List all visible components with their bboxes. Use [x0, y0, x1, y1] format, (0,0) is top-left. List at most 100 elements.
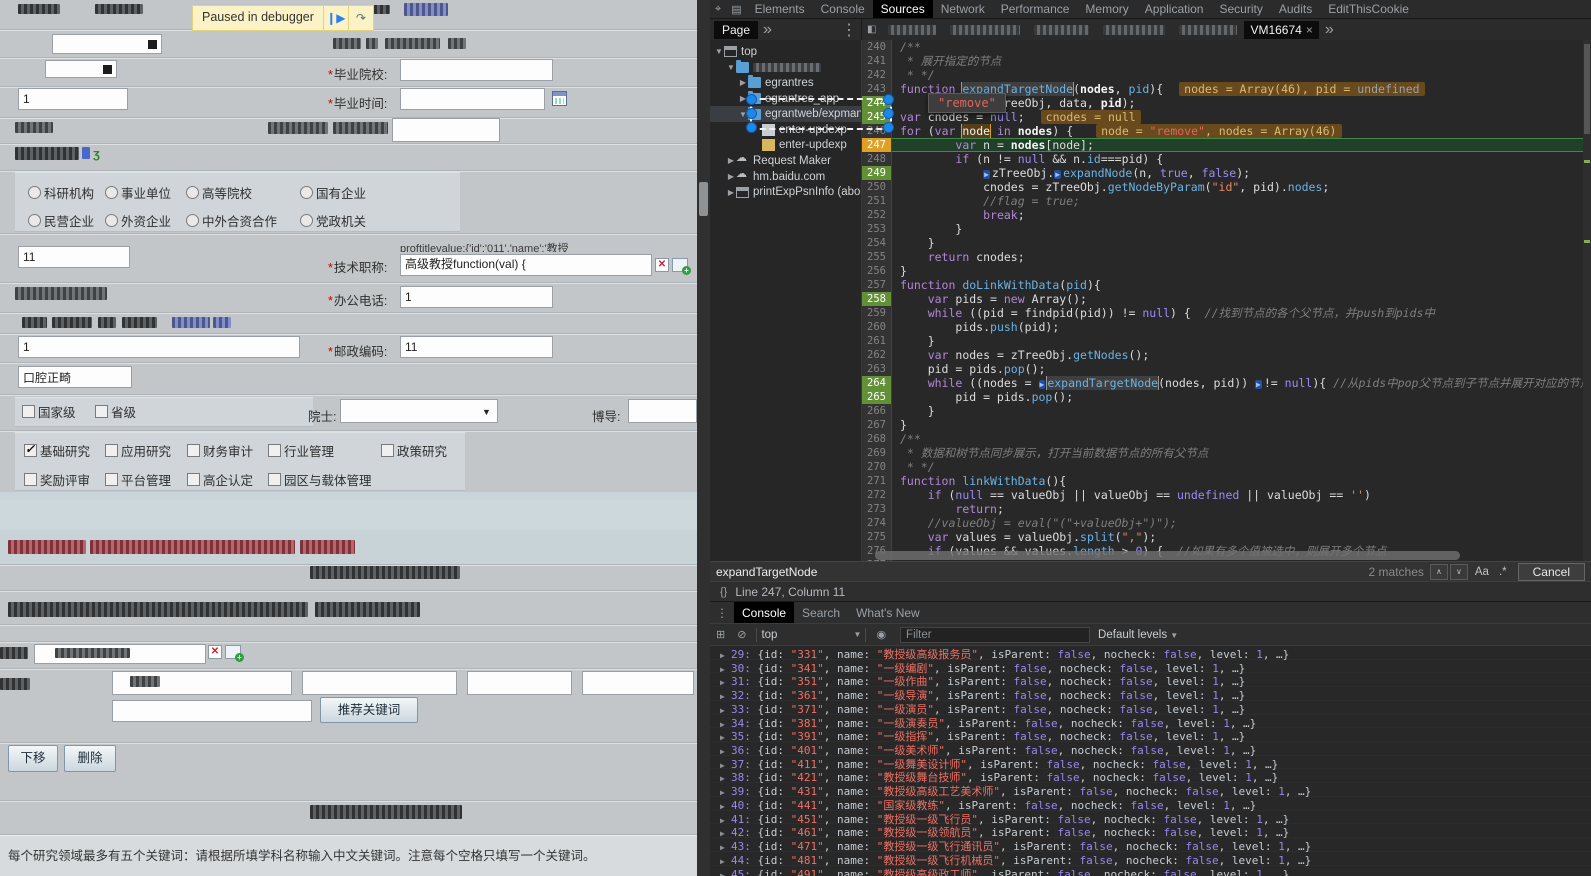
clear-selection-icon[interactable]: ✕ [655, 258, 669, 272]
postcode-input[interactable] [400, 336, 553, 358]
code-line-240[interactable]: 240/** [862, 40, 1591, 54]
checkbox-icon[interactable] [95, 405, 108, 418]
checkbox-基础研究[interactable]: 基础研究 [24, 441, 90, 460]
line-number[interactable]: 260 [862, 320, 892, 334]
expand-arrow-icon[interactable]: ▶ [720, 665, 731, 674]
redacted-file-tab[interactable] [950, 25, 1020, 35]
radio-科研机构[interactable]: 科研机构 [28, 183, 94, 202]
search-query-input[interactable]: expandTargetNode [710, 565, 1369, 579]
console-row-38[interactable]: ▶38: {id: "421", name: "教授级舞台技师", isPare… [710, 769, 1591, 783]
expand-arrow-icon[interactable]: ▶ [720, 761, 731, 770]
tree-item-egrantweb/expman[interactable]: ▼egrantweb/expman [710, 106, 861, 122]
regex-button[interactable]: .* [1499, 566, 1507, 578]
code-line-274[interactable]: 274 //valueObj = eval("("+valueObj+")"); [862, 516, 1591, 530]
editor-vertical-scrollbar[interactable] [1583, 40, 1591, 561]
line-number[interactable]: 275 [862, 530, 892, 544]
code-line-275[interactable]: 275 var values = valueObj.split(","); [862, 530, 1591, 544]
annotation-handle[interactable] [883, 94, 894, 105]
code-line-241[interactable]: 241 * 展开指定的节点 [862, 54, 1591, 68]
keyword-input-5[interactable] [112, 700, 312, 722]
code-line-255[interactable]: 255 return cnodes; [862, 250, 1591, 264]
search-cancel-button[interactable]: Cancel [1518, 563, 1585, 581]
code-line-247[interactable]: 247 var n = nodes[node]; [862, 138, 1591, 152]
tree-item-redacted[interactable]: ▼ [710, 60, 861, 76]
navigator-tab-page[interactable]: Page [714, 21, 758, 39]
expand-arrow-icon[interactable]: ▶ [720, 816, 731, 825]
checkbox-政策研究[interactable]: 政策研究 [381, 441, 447, 460]
chevron-down-icon[interactable]: ▼ [714, 47, 724, 56]
tree-picker-icon[interactable] [672, 258, 688, 272]
code-line-270[interactable]: 270 * */ [862, 460, 1591, 474]
grad-time-input[interactable] [400, 88, 545, 110]
console-row-29[interactable]: ▶29: {id: "331", name: "教授级高级报务员", isPar… [710, 646, 1591, 660]
annotation-handle[interactable] [883, 108, 894, 119]
code-line-253[interactable]: 253 } [862, 222, 1591, 236]
code-line-263[interactable]: 263 pid = pids.pop(); [862, 362, 1591, 376]
drawer-tab-search[interactable]: Search [794, 602, 848, 624]
chevron-right-icon[interactable]: ▶ [726, 172, 736, 181]
line-number[interactable]: 269 [862, 446, 892, 460]
specialty-input[interactable] [18, 366, 132, 388]
execution-context-selector[interactable]: top▼ [761, 629, 861, 641]
code-line-246[interactable]: 246for (var node in nodes) { node = "rem… [862, 124, 1591, 138]
console-row-39[interactable]: ▶39: {id: "431", name: "教授级高级工艺美术师", isP… [710, 783, 1591, 797]
tree-item-printExpPsnInfo (abou[interactable]: ▶printExpPsnInfo (abou [710, 184, 861, 200]
code-line-248[interactable]: 248 if (n != null && n.id===pid) { [862, 152, 1591, 166]
chevron-down-icon[interactable]: ▼ [726, 63, 736, 72]
tech-title-value[interactable]: 高级教授function(val) { [400, 254, 652, 276]
devtools-tab-network[interactable]: Network [933, 0, 993, 18]
form-select[interactable] [52, 34, 162, 54]
code-line-242[interactable]: 242 * */ [862, 68, 1591, 82]
navigator-menu-icon[interactable]: ⋮ [841, 20, 857, 40]
tree-item-egrantres[interactable]: ▶egrantres [710, 75, 861, 91]
expand-arrow-icon[interactable]: ▶ [720, 720, 731, 729]
line-number[interactable]: 261 [862, 334, 892, 348]
inspect-element-icon[interactable]: ⌖ [710, 3, 726, 16]
line-number[interactable]: 271 [862, 474, 892, 488]
move-down-button[interactable]: 下移 [8, 745, 58, 772]
line-number[interactable]: 259 [862, 306, 892, 320]
devtools-tab-audits[interactable]: Audits [1271, 0, 1320, 18]
console-sidebar-icon[interactable]: ⊞ [716, 628, 725, 641]
console-row-45[interactable]: ▶45: {id: "491", name: "教授级高级政工师", isPar… [710, 866, 1591, 876]
chevron-right-icon[interactable]: ▶ [738, 78, 748, 87]
annotation-handle[interactable] [746, 122, 757, 133]
line-number[interactable]: 253 [862, 222, 892, 236]
numeric-input[interactable] [18, 88, 128, 110]
chevron-right-icon[interactable]: ▶ [726, 156, 736, 165]
line-number[interactable]: 268 [862, 432, 892, 446]
clear-selection-icon[interactable]: ✕ [208, 645, 222, 659]
console-row-35[interactable]: ▶35: {id: "391", name: "一级指挥", isParent:… [710, 728, 1591, 742]
code-line-269[interactable]: 269 * 数据和树节点同步展示，打开当前数据节点的所有父节点 [862, 446, 1591, 460]
tree-item-Request Maker[interactable]: ▶Request Maker [710, 153, 861, 169]
radio-icon[interactable] [28, 214, 41, 227]
radio-中外合资合作[interactable]: 中外合资合作 [186, 211, 277, 230]
code-editor[interactable]: 240/**241 * 展开指定的节点242 * */243function e… [862, 40, 1591, 561]
recommend-keywords-button[interactable]: 推荐关键词 [320, 697, 418, 723]
checkbox-应用研究[interactable]: 应用研究 [105, 441, 171, 460]
code-line-268[interactable]: 268/** [862, 432, 1591, 446]
devtools-tab-sources[interactable]: Sources [873, 0, 933, 18]
console-row-42[interactable]: ▶42: {id: "461", name: "教授级一级领航员", isPar… [710, 824, 1591, 838]
checkbox-icon[interactable] [381, 444, 394, 457]
checkbox-icon[interactable] [268, 444, 281, 457]
calendar-icon[interactable] [552, 91, 567, 106]
mentor-input[interactable] [628, 399, 697, 423]
breakpoint-gutter[interactable]: 249 [862, 166, 892, 180]
device-toolbar-icon[interactable]: ▤ [726, 3, 746, 16]
redacted-file-tab[interactable] [1179, 25, 1237, 35]
code-line-254[interactable]: 254 } [862, 236, 1591, 250]
drawer-menu-icon[interactable]: ⋮ [710, 606, 734, 620]
school-input[interactable] [400, 59, 553, 81]
line-number[interactable]: 266 [862, 404, 892, 418]
eye-icon[interactable]: ◉ [876, 628, 886, 641]
tree-item-enter-updexp[interactable]: enter-updexp [710, 122, 861, 138]
log-level-selector[interactable]: Default levels ▼ [1098, 629, 1178, 641]
devtools-tab-memory[interactable]: Memory [1077, 0, 1136, 18]
checkbox-icon[interactable] [187, 473, 200, 486]
line-number[interactable]: 251 [862, 194, 892, 208]
close-tab-icon[interactable]: × [1306, 23, 1313, 37]
expand-arrow-icon[interactable]: ▶ [720, 871, 731, 876]
expand-arrow-icon[interactable]: ▶ [720, 706, 731, 715]
keyword-input-2[interactable] [302, 671, 457, 695]
